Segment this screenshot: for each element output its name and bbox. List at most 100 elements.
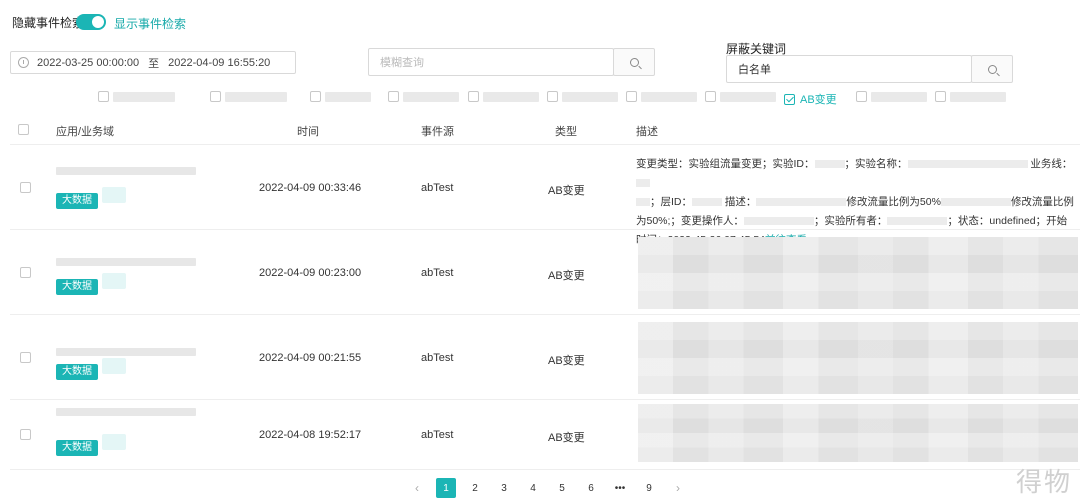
masked-label [641, 91, 697, 102]
row-time: 2022-04-09 00:21:55 [259, 352, 362, 364]
masked-text [692, 198, 722, 207]
row-source: abTest [421, 429, 454, 441]
page-9[interactable]: 9 [639, 478, 659, 498]
desc-text: ；实验所有者： [813, 215, 888, 227]
table-row[interactable]: 大数据 2022-04-09 00:23:00 abTest AB变更 [10, 230, 1080, 315]
desc-text: 变更类型：实验组流量变更；实验ID： [636, 158, 815, 170]
page-6[interactable]: 6 [581, 478, 601, 498]
checkbox[interactable] [98, 91, 109, 102]
page-ellipsis[interactable]: ••• [610, 478, 630, 498]
clock-icon [18, 57, 29, 68]
filter-option[interactable] [547, 91, 618, 102]
row-time: 2022-04-09 00:33:46 [259, 182, 362, 194]
table-row[interactable]: 大数据 2022-04-09 00:33:46 abTest AB变更 变更类型… [10, 145, 1080, 246]
checkbox[interactable] [935, 91, 946, 102]
checkbox[interactable] [856, 91, 867, 102]
header-domain: 应用/业务域 [56, 126, 115, 138]
row-checkbox[interactable] [20, 352, 31, 363]
date-range-picker[interactable]: 2022-03-25 00:00:00 至 2022-04-09 16:55:2… [10, 51, 296, 74]
header-time: 时间 [297, 126, 319, 138]
page-5[interactable]: 5 [552, 478, 572, 498]
pagination: ‹ 1 2 3 4 5 6 ••• 9 › [407, 478, 697, 498]
masked-label [720, 91, 776, 102]
checkbox[interactable] [310, 91, 321, 102]
filter-option-ab-change[interactable]: AB变更 [784, 91, 837, 107]
tag-bigdata: 大数据 [56, 193, 98, 209]
filter-option[interactable] [388, 91, 459, 102]
domain-tags: 大数据 [56, 358, 126, 380]
row-type: AB变更 [548, 355, 585, 367]
checkbox[interactable] [547, 91, 558, 102]
table-row[interactable]: 大数据 2022-04-08 19:52:17 abTest AB变更 [10, 400, 1080, 470]
tag-masked [102, 187, 126, 203]
hide-search-label: 隐藏事件检索 [12, 16, 85, 30]
masked-label [113, 91, 175, 102]
masked-label [950, 91, 1006, 102]
masked-text [940, 198, 1011, 207]
checkbox-checked[interactable] [784, 93, 795, 105]
domain-tags: 大数据 [56, 187, 126, 209]
masked-text [636, 179, 650, 188]
fuzzy-search-input[interactable]: 模糊查询 [368, 48, 614, 76]
filter-option[interactable] [935, 91, 1006, 102]
prev-page-button[interactable]: ‹ [407, 478, 427, 498]
masked-label [225, 91, 287, 102]
event-type-filter: AB变更 [96, 91, 1056, 107]
masked-label [403, 91, 459, 102]
tag-masked [102, 273, 126, 289]
checkbox[interactable] [626, 91, 637, 102]
search-toggle-switch[interactable] [76, 14, 106, 30]
masked-label [483, 91, 539, 102]
desc-text: ；实验名称： [844, 158, 908, 170]
fuzzy-search-button[interactable] [613, 48, 655, 76]
masked-text [636, 198, 650, 207]
filter-option[interactable] [98, 91, 175, 102]
checkbox[interactable] [705, 91, 716, 102]
shield-keyword-input[interactable]: 白名单 [726, 55, 972, 83]
masked-label [871, 91, 927, 102]
next-page-button[interactable]: › [668, 478, 688, 498]
search-icon [987, 64, 997, 74]
checkbox[interactable] [388, 91, 399, 102]
date-end[interactable]: 2022-04-09 16:55:20 [168, 57, 270, 69]
desc-text: ；层ID： [650, 196, 692, 208]
desc-text: 描述： [724, 196, 757, 208]
row-time: 2022-04-09 00:23:00 [259, 267, 362, 279]
page-4[interactable]: 4 [523, 478, 543, 498]
page-3[interactable]: 3 [494, 478, 514, 498]
header-desc: 描述 [636, 126, 658, 138]
checkbox[interactable] [468, 91, 479, 102]
search-icon [629, 57, 639, 67]
tag-bigdata: 大数据 [56, 279, 98, 295]
filter-option[interactable] [310, 91, 371, 102]
row-checkbox[interactable] [20, 182, 31, 193]
tag-masked [102, 358, 126, 374]
select-all-checkbox[interactable] [18, 124, 29, 135]
desc-text: 业务线： [1030, 158, 1073, 170]
table-header: 应用/业务域 时间 事件源 类型 描述 [10, 114, 1080, 145]
masked-label [562, 91, 618, 102]
table-row[interactable]: 大数据 2022-04-09 00:21:55 abTest AB变更 [10, 315, 1080, 400]
filter-option[interactable] [626, 91, 697, 102]
show-search-link[interactable]: 显示事件检索 [114, 15, 186, 32]
filter-option[interactable] [705, 91, 776, 102]
row-checkbox[interactable] [20, 267, 31, 278]
filter-option[interactable] [468, 91, 539, 102]
masked-app-name [56, 408, 196, 416]
masked-text [907, 160, 1028, 169]
filter-option[interactable] [856, 91, 927, 102]
checkbox[interactable] [210, 91, 221, 102]
date-separator: 至 [148, 57, 160, 70]
masked-text [756, 198, 847, 207]
page-1[interactable]: 1 [436, 478, 456, 498]
filter-option[interactable] [210, 91, 287, 102]
row-source: abTest [421, 352, 454, 364]
filter-label-ab-change: AB变更 [800, 94, 837, 106]
watermark-logo: 得物 [1015, 468, 1072, 498]
shield-search-button[interactable] [971, 55, 1013, 83]
page-2[interactable]: 2 [465, 478, 485, 498]
row-checkbox[interactable] [20, 429, 31, 440]
masked-app-name [56, 348, 196, 356]
date-start[interactable]: 2022-03-25 00:00:00 [37, 57, 139, 69]
tag-masked [102, 434, 126, 450]
